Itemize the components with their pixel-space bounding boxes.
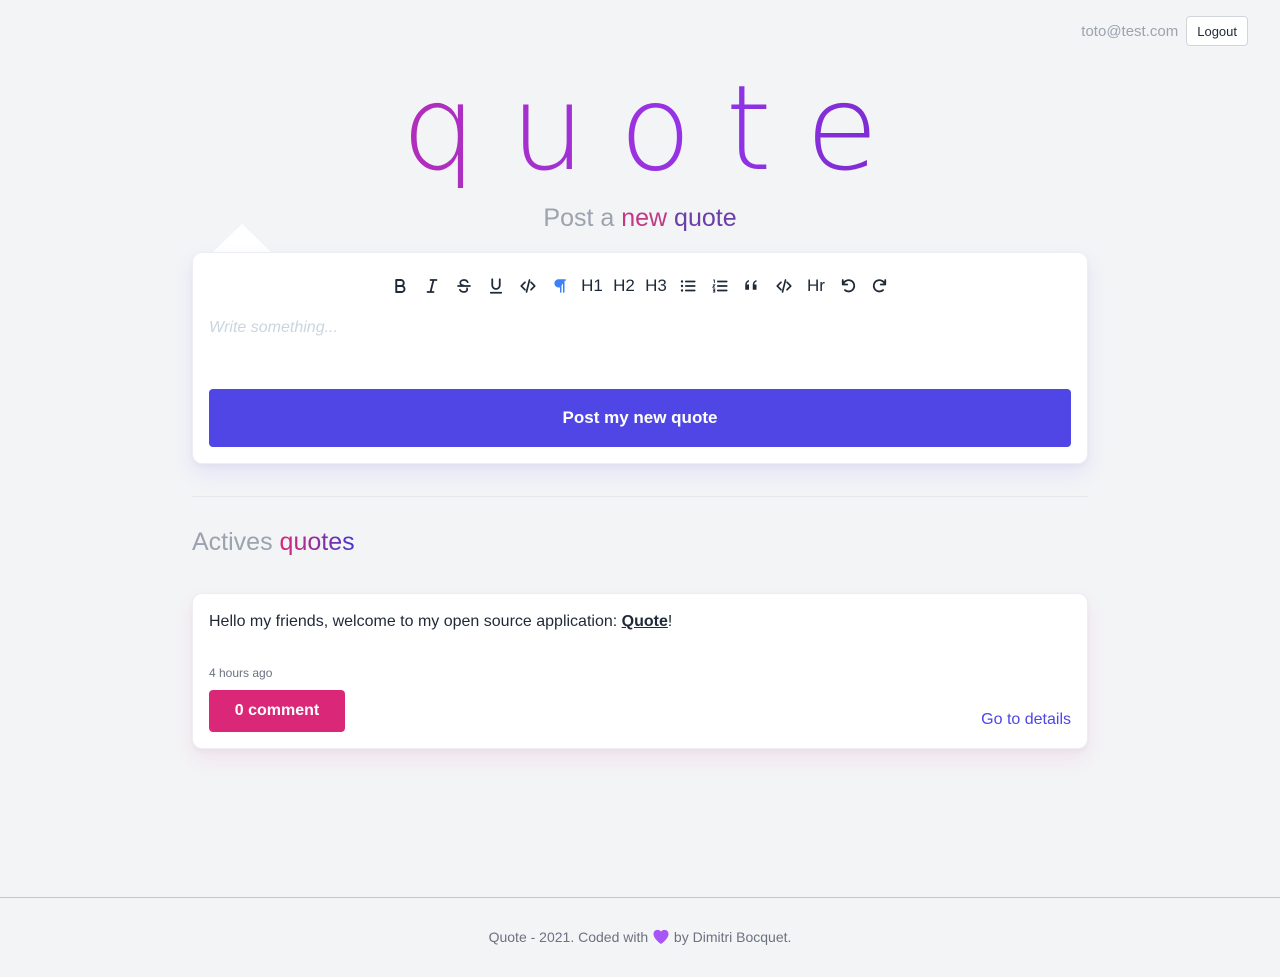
code-icon[interactable]: [512, 273, 544, 299]
quote-text: Hello my friends, welcome to my open sou…: [209, 613, 672, 631]
feed-title: Actives quotes: [192, 528, 355, 557]
quote-link[interactable]: Quote: [622, 613, 668, 630]
comment-button[interactable]: 0 comment: [209, 690, 345, 732]
editor-toolbar: H1 H2 H3 Hr: [193, 273, 1087, 299]
redo-icon[interactable]: [864, 273, 896, 299]
footer: Quote - 2021. Coded with by Dimitri Bocq…: [0, 928, 1280, 948]
hr-button[interactable]: Hr: [800, 273, 832, 299]
top-bar: toto@test.com Logout: [1081, 16, 1248, 46]
bullet-list-icon[interactable]: [672, 273, 704, 299]
quote-text-before: Hello my friends, welcome to my open sou…: [209, 613, 618, 630]
underline-icon[interactable]: [480, 273, 512, 299]
footer-text-before: Quote - 2021. Coded with: [488, 929, 649, 945]
h2-button[interactable]: H2: [608, 273, 640, 299]
logout-button[interactable]: Logout: [1186, 16, 1248, 46]
paragraph-icon[interactable]: [544, 273, 576, 299]
h1-button[interactable]: H1: [576, 273, 608, 299]
composer-title-word1: new: [621, 204, 668, 232]
composer-title-word2: quote: [674, 204, 737, 232]
section-divider: [192, 496, 1088, 497]
blockquote-icon[interactable]: [736, 273, 768, 299]
quote-text-after: !: [667, 613, 673, 630]
feed-title-prefix: Actives: [192, 528, 273, 556]
quote-card: Hello my friends, welcome to my open sou…: [192, 593, 1088, 749]
undo-icon[interactable]: [832, 273, 864, 299]
editor-input[interactable]: Write something...: [209, 319, 1071, 359]
card-notch: [212, 224, 272, 253]
footer-text-after: by Dimitri Bocquet.: [673, 929, 792, 945]
go-to-details-link[interactable]: Go to details: [981, 711, 1071, 729]
code-block-icon[interactable]: [768, 273, 800, 299]
app-logo: quote: [0, 68, 1280, 188]
feed-title-highlight: quotes: [279, 528, 355, 556]
editor-placeholder: Write something...: [209, 319, 338, 336]
footer-divider: [0, 897, 1280, 898]
composer-title: Post a new quote: [0, 204, 1280, 233]
strikethrough-icon[interactable]: [448, 273, 480, 299]
user-email: toto@test.com: [1081, 22, 1179, 40]
composer-card: H1 H2 H3 Hr Write something... Post my n…: [192, 252, 1088, 464]
bold-icon[interactable]: [384, 273, 416, 299]
heart-icon: [652, 928, 670, 948]
h3-button[interactable]: H3: [640, 273, 672, 299]
ordered-list-icon[interactable]: [704, 273, 736, 299]
logo-text: quote: [401, 59, 913, 197]
post-quote-button[interactable]: Post my new quote: [209, 389, 1071, 447]
quote-timestamp: 4 hours ago: [209, 666, 273, 680]
italic-icon[interactable]: [416, 273, 448, 299]
composer-title-prefix: Post a: [543, 204, 615, 232]
